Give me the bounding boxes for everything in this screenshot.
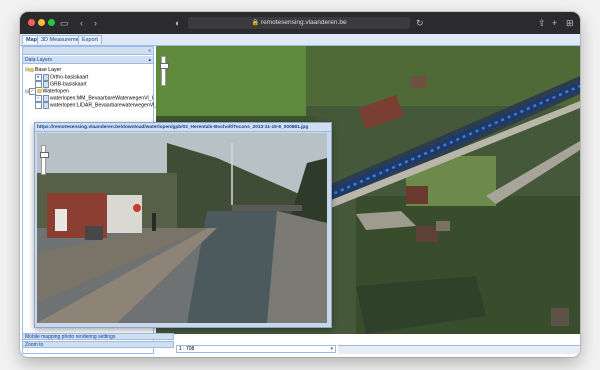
tree-label: Waterlopen	[42, 88, 69, 95]
status-bar	[338, 345, 580, 354]
back-icon[interactable]: ‹	[80, 17, 83, 29]
minimize-window-button[interactable]	[38, 19, 45, 26]
data-layers-header[interactable]: Data Layers ▴	[23, 56, 153, 64]
street-photo[interactable]	[37, 133, 327, 323]
zoom-to-header[interactable]: Zoom to	[22, 341, 174, 348]
tree-layer-mm-waterwegen[interactable]: ✓ waterlopen:MM_BevaarbareWaterwegenVl_I	[35, 95, 153, 102]
street-photo-window[interactable]: https://remotesensing.vlaanderen.be/down…	[34, 122, 332, 328]
fullscreen-window-button[interactable]	[48, 19, 55, 26]
tree-label: waterlopen:MM_BevaarbareWaterwegenVl_I	[50, 95, 154, 102]
sidebar-icon[interactable]: ▭	[60, 17, 69, 29]
address-bar[interactable]: 🔒 remotesensing.vlaanderen.be	[188, 17, 410, 29]
scale-value: 1 : 708	[179, 346, 195, 352]
forward-icon[interactable]: ›	[94, 17, 97, 29]
data-layers-title: Data Layers	[25, 57, 52, 63]
scale-selector[interactable]: 1 : 708 ▾	[176, 345, 336, 353]
folder-icon	[36, 89, 42, 94]
share-icon[interactable]: ⇪	[538, 17, 546, 29]
tab-export[interactable]: Export	[78, 35, 102, 44]
shield-icon[interactable]: ◐	[175, 17, 180, 29]
photo-zoom-slider[interactable]	[40, 145, 49, 175]
checkbox-unchecked-icon[interactable]	[35, 102, 42, 109]
lock-icon: 🔒	[251, 20, 259, 26]
tabs-overview-icon[interactable]: ⊞	[566, 17, 574, 29]
tree-label: waterlopen:LIDAR_BevaarbarewaterwegenVl_…	[50, 102, 159, 109]
tree-layer-lidar-waterwegen[interactable]: waterlopen:LIDAR_BevaarbarewaterwegenVl_…	[35, 102, 159, 109]
map-zoom-slider[interactable]	[160, 56, 169, 86]
collapse-icon[interactable]: ▴	[148, 56, 151, 64]
mobile-mapping-settings-label: Mobile mapping photo rendering settings	[25, 334, 116, 340]
checkbox-checked-icon[interactable]: ✓	[35, 95, 42, 102]
collapse-left-icon[interactable]: «	[148, 47, 151, 55]
layer-icon	[42, 102, 49, 109]
lock-canal-photo	[37, 133, 327, 323]
radio-unchecked-icon[interactable]	[35, 81, 42, 88]
layer-icon	[42, 95, 49, 102]
browser-toolbar: ▭ ‹ › ◐ 🔒 remotesensing.vlaanderen.be ↻ ⇪…	[20, 12, 580, 34]
tree-folder-base-layer[interactable]: ⊟ Base Layer	[25, 67, 61, 74]
tree-layer-grb-basiskaart[interactable]: GRB-basiskaart	[35, 81, 87, 88]
tree-label: Ortho-basiskaart	[50, 74, 89, 81]
layer-icon	[42, 74, 49, 81]
layer-icon	[42, 81, 49, 88]
map-zoom-slider-handle[interactable]	[160, 63, 169, 69]
tree-layer-ortho-basiskaart[interactable]: ● Ortho-basiskaart	[35, 74, 88, 81]
reload-icon[interactable]: ↻	[416, 17, 424, 29]
address-url: remotesensing.vlaanderen.be	[260, 19, 347, 26]
browser-window: ▭ ‹ › ◐ 🔒 remotesensing.vlaanderen.be ↻ ⇪…	[20, 12, 580, 357]
folder-icon	[29, 67, 34, 72]
checkbox-checked-icon[interactable]: ✓	[29, 88, 36, 95]
photo-zoom-slider-handle[interactable]	[40, 152, 49, 158]
tree-label: Base Layer	[35, 67, 62, 73]
radio-checked-icon[interactable]: ●	[35, 74, 42, 81]
chevron-down-icon[interactable]: ▾	[330, 346, 333, 353]
tree-label: GRB-basiskaart	[50, 81, 87, 88]
close-window-button[interactable]	[28, 19, 35, 26]
sidebar-top-header: «	[23, 47, 153, 55]
app-tab-bar: Map 3D Measurements Export	[20, 34, 580, 46]
new-tab-icon[interactable]: +	[552, 17, 557, 29]
zoom-to-label: Zoom to	[25, 342, 44, 348]
mobile-mapping-settings-header[interactable]: Mobile mapping photo rendering settings	[22, 333, 174, 340]
photo-window-title: https://remotesensing.vlaanderen.be/down…	[35, 123, 331, 132]
tree-folder-waterlopen[interactable]: ⊟✓ Waterlopen	[25, 88, 69, 95]
